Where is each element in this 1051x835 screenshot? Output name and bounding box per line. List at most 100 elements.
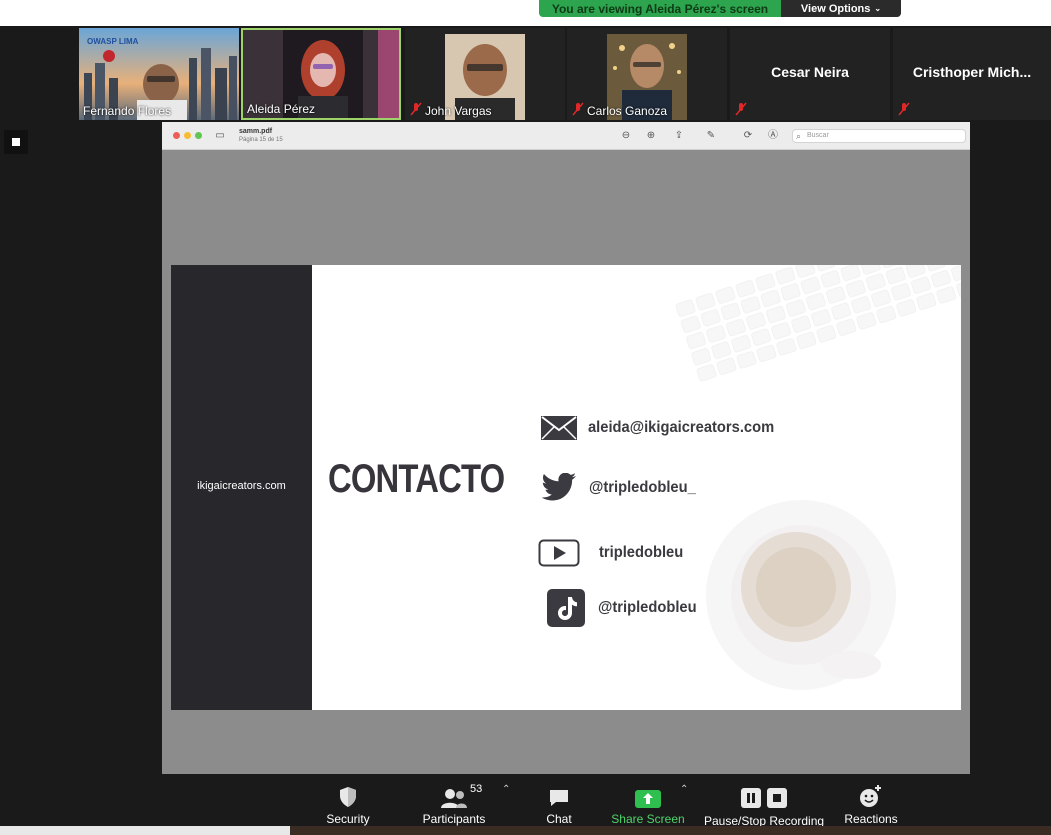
coffee-illustration <box>706 500 896 690</box>
participant-tile-cesar[interactable]: Cesar Neira <box>730 28 890 120</box>
participants-icon <box>441 789 467 808</box>
keyboard-key <box>955 279 961 298</box>
keyboard-key <box>910 275 932 295</box>
keyboard-key <box>735 350 758 370</box>
minimize-window-icon[interactable] <box>184 132 191 139</box>
share-icon[interactable]: ⇪ <box>673 130 685 142</box>
keyboard-key <box>895 298 917 318</box>
chevron-down-icon: ⌄ <box>874 4 882 13</box>
keyboard-key <box>739 295 762 315</box>
contact-twitter-text: @tripledobleu_ <box>589 479 696 496</box>
keyboard-key <box>790 314 812 334</box>
website-text: ikigaicreators.com <box>197 480 286 492</box>
viewing-banner-text: You are viewing Aleida Pérez's screen <box>551 1 769 16</box>
viewing-banner: You are viewing Aleida Pérez's screen <box>539 0 781 17</box>
muted-mic-icon <box>572 102 584 116</box>
participant-name: Cesar Neira <box>771 64 849 80</box>
keyboard-key <box>705 324 727 344</box>
keyboard-key <box>950 265 961 282</box>
chevron-up-icon[interactable]: ⌃ <box>502 784 510 795</box>
chevron-up-icon[interactable]: ⌃ <box>680 784 688 795</box>
keyboard-key <box>805 292 827 312</box>
participant-tile-aleida[interactable]: Aleida Pérez <box>241 28 401 120</box>
keyboard-key <box>915 292 937 311</box>
participant-tile-john[interactable]: John Vargas <box>405 28 565 120</box>
markup-icon[interactable]: ✎ <box>705 130 717 142</box>
muted-mic-icon <box>898 102 910 116</box>
keyboard-key <box>710 340 732 360</box>
close-window-icon[interactable] <box>173 132 180 139</box>
participant-name: Carlos Ganoza <box>587 104 668 118</box>
keyboard-key <box>754 272 777 292</box>
muted-mic-icon <box>735 102 747 116</box>
pause-icon <box>741 788 761 808</box>
keyboard-key <box>694 292 717 312</box>
share-screen-icon <box>635 790 661 808</box>
contact-youtube: tripledobleu <box>538 539 691 567</box>
reactions-label: Reactions <box>844 812 898 826</box>
participant-name: Cristhoper Mich... <box>912 64 1032 80</box>
keyboard-key <box>855 311 878 331</box>
participants-count: 53 <box>470 783 483 795</box>
keyboard-illustration <box>674 265 961 418</box>
participant-tile-fernando[interactable]: OWASP LIMA Fernando Flores <box>79 28 239 120</box>
twitter-icon <box>541 473 576 501</box>
shared-screen: ▭ samm.pdf Página 15 de 15 ⊖ ⊕ ⇪ ✎ ⟳ Ⓐ B… <box>162 122 970 774</box>
participants-label: Participants <box>422 812 486 826</box>
contact-tiktok: @tripledobleu <box>547 589 705 627</box>
slide-sidebar: ikigaicreators.com <box>171 265 312 710</box>
keyboard-key <box>819 269 842 289</box>
contact-email: aleida@ikigaicreators.com <box>540 415 790 441</box>
keyboard-key <box>885 266 907 286</box>
chat-label: Chat <box>546 812 572 826</box>
stop-share-button[interactable] <box>4 130 28 154</box>
keyboard-key <box>714 285 737 305</box>
stop-icon <box>767 788 787 808</box>
tiktok-icon <box>547 589 585 627</box>
rotate-icon[interactable]: ⟳ <box>742 130 754 142</box>
contact-youtube-text: tripledobleu <box>599 544 684 561</box>
keyboard-key <box>830 301 852 321</box>
keyboard-key <box>685 331 707 350</box>
keyboard-key <box>845 279 867 299</box>
share-screen-label: Share Screen <box>611 812 685 826</box>
keyboard-key <box>700 308 722 328</box>
keyboard-key <box>785 298 807 318</box>
zoom-in-icon[interactable]: ⊕ <box>645 130 657 142</box>
keyboard-key <box>734 279 757 299</box>
search-input[interactable]: Buscar <box>792 129 966 143</box>
keyboard-key <box>799 275 822 295</box>
muted-mic-icon <box>410 102 422 116</box>
keyboard-key <box>730 334 752 354</box>
keyboard-key <box>850 295 872 315</box>
chat-icon <box>550 790 568 806</box>
security-label: Security <box>326 812 370 826</box>
keyboard-key <box>815 324 838 344</box>
participant-strip: OWASP LIMA Fernando Flores Aleida Pérez <box>0 26 1051 122</box>
keyboard-key <box>715 356 738 376</box>
zoom-out-icon[interactable]: ⊖ <box>620 130 632 142</box>
keyboard-key <box>765 305 787 324</box>
keyboard-key <box>870 288 892 308</box>
keyboard-key <box>745 311 767 331</box>
keyboard-key <box>755 343 778 363</box>
participant-tile-cristhoper[interactable]: Cristhoper Mich... <box>893 28 1051 120</box>
zoom-window: You are viewing Aleida Pérez's screen Vi… <box>0 0 1051 835</box>
keyboard-key <box>680 314 702 334</box>
contact-tiktok-text: @tripledobleu <box>598 599 697 616</box>
keyboard-key <box>759 288 782 308</box>
zoom-window-icon[interactable] <box>195 132 202 139</box>
keyboard-key <box>770 321 792 341</box>
view-options-label: View Options <box>800 2 871 15</box>
participant-tile-carlos[interactable]: Carlos Ganoza <box>567 28 727 120</box>
contact-email-text: aleida@ikigaicreators.com <box>588 419 775 436</box>
keyboard-key <box>890 282 912 302</box>
annotate-icon[interactable]: Ⓐ <box>767 130 779 142</box>
keyboard-key <box>779 282 802 302</box>
participant-name: John Vargas <box>425 104 492 118</box>
sidebar-icon[interactable]: ▭ <box>214 130 226 142</box>
participant-name: Aleida Pérez <box>247 102 316 116</box>
view-options-button[interactable]: View Options ⌄ <box>781 0 901 17</box>
keyboard-key <box>835 317 858 337</box>
keyboard-key <box>865 272 887 292</box>
